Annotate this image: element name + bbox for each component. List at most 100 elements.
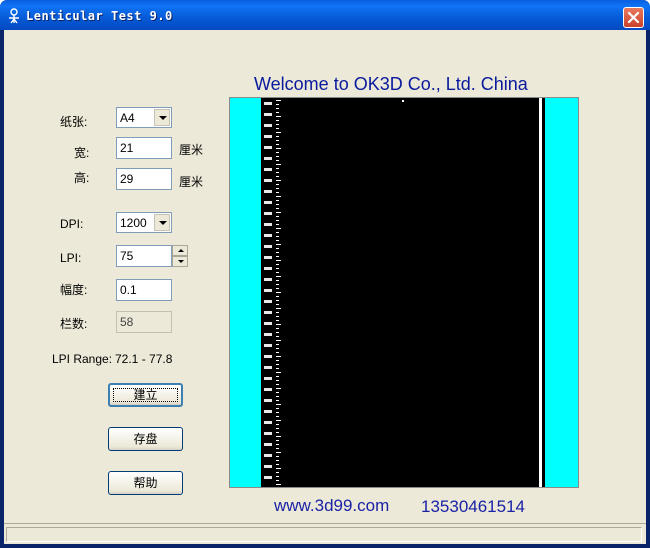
- ruler-tick: [276, 448, 279, 449]
- ruler-tick: [276, 380, 279, 381]
- spin-up-icon[interactable]: [172, 245, 188, 256]
- ruler-tick: [276, 284, 279, 285]
- welcome-banner: Welcome to OK3D Co., Ltd. China: [254, 74, 528, 94]
- height-input[interactable]: 29: [116, 168, 172, 190]
- paper-select[interactable]: A4: [116, 107, 172, 128]
- dpi-select-value: 1200: [120, 216, 147, 230]
- close-button[interactable]: [623, 7, 644, 28]
- ruler-tick: [276, 188, 279, 189]
- status-pane: [6, 527, 642, 542]
- amplitude-label: 幅度:: [60, 283, 88, 297]
- ruler-tick: [276, 124, 279, 125]
- ruler-mark: [264, 355, 272, 358]
- ruler-tick: [276, 472, 279, 473]
- ruler-mark: [264, 278, 272, 281]
- height-unit: 厘米: [179, 175, 204, 189]
- ruler-tick: [276, 328, 279, 329]
- ruler-mark: [264, 300, 272, 303]
- ruler-mark: [264, 399, 272, 402]
- ruler-tick: [276, 456, 279, 457]
- ruler-tick: [276, 264, 279, 265]
- chevron-down-icon[interactable]: [154, 214, 170, 231]
- ruler-mark: [264, 410, 272, 413]
- ruler-tick: [276, 172, 279, 173]
- ruler-tick: [276, 444, 279, 445]
- dpi-select[interactable]: 1200: [116, 212, 172, 233]
- ruler-tick: [276, 136, 279, 137]
- width-unit: 厘米: [179, 143, 204, 157]
- ruler-mark: [264, 256, 272, 259]
- save-button[interactable]: 存盘: [108, 427, 183, 451]
- ruler-tick: [276, 272, 279, 273]
- ruler-tick: [276, 220, 279, 221]
- ruler-tick: [276, 316, 279, 317]
- lpi-input[interactable]: 75: [116, 245, 172, 267]
- ruler-mark: [264, 388, 272, 391]
- ruler-tick: [276, 176, 279, 177]
- columns-label: 栏数:: [60, 317, 88, 331]
- ruler-tick: [276, 320, 279, 321]
- preview-edge-line: [539, 98, 542, 487]
- ruler-tick: [276, 236, 279, 237]
- lpi-spinner[interactable]: [172, 245, 188, 267]
- ruler-tick: [276, 432, 279, 433]
- ruler-tick: [276, 132, 281, 133]
- ruler-tick: [276, 340, 281, 341]
- ruler-tick: [276, 256, 279, 257]
- ruler-tick: [276, 384, 279, 385]
- width-input[interactable]: 21: [116, 137, 172, 159]
- lpi-label: LPI:: [60, 251, 82, 265]
- ruler-tick: [276, 464, 279, 465]
- dpi-label: DPI:: [60, 217, 84, 231]
- ruler-mark: [264, 113, 272, 116]
- ruler-tick: [276, 440, 279, 441]
- height-label: 高:: [74, 171, 90, 185]
- ruler-tick: [276, 412, 279, 413]
- ruler-mark: [264, 212, 272, 215]
- right-cyan-band: [545, 98, 578, 487]
- ruler-tick: [276, 300, 279, 301]
- build-button[interactable]: 建立: [108, 383, 183, 407]
- amplitude-input[interactable]: 0.1: [116, 279, 172, 301]
- lenticular-preview: [229, 97, 579, 488]
- app-window: Lenticular Test 9.0 纸张: A4 宽: 21 厘米 高: 2…: [0, 0, 650, 548]
- ruler-mark: [264, 311, 272, 314]
- chevron-down-icon[interactable]: [154, 109, 170, 126]
- ruler-tick: [276, 460, 279, 461]
- website-text: www.3d99.com: [274, 496, 390, 515]
- title-bar[interactable]: Lenticular Test 9.0: [0, 0, 650, 30]
- ruler-tick: [276, 308, 281, 309]
- help-button[interactable]: 帮助: [108, 471, 183, 495]
- client-area: 纸张: A4 宽: 21 厘米 高: 29 厘米 DPI: 1200 LPI: …: [4, 30, 646, 544]
- preview-marker: [402, 100, 404, 102]
- ruler-mark: [264, 289, 272, 292]
- ruler-mark: [264, 344, 272, 347]
- ruler-tick: [276, 404, 281, 405]
- ruler-tick: [276, 292, 281, 293]
- ruler-mark: [264, 366, 272, 369]
- ruler-tick: [276, 376, 279, 377]
- ruler-mark: [264, 432, 272, 435]
- ruler-tick: [276, 208, 279, 209]
- ruler-tick: [276, 168, 279, 169]
- ruler-tick: [276, 184, 279, 185]
- spin-down-icon[interactable]: [172, 256, 188, 267]
- ruler-tick: [276, 400, 279, 401]
- ruler-tick: [276, 244, 281, 245]
- phone-text: 13530461514: [421, 497, 526, 516]
- ruler-tick: [276, 424, 279, 425]
- ruler-mark: [264, 179, 272, 182]
- ruler-tick: [276, 304, 279, 305]
- ruler-tick: [276, 248, 279, 249]
- ruler-tick: [276, 452, 281, 453]
- ruler-tick: [276, 360, 279, 361]
- ruler-mark: [264, 157, 272, 160]
- width-label: 宽:: [74, 146, 90, 160]
- ruler-tick: [276, 428, 279, 429]
- ruler-tick: [276, 156, 279, 157]
- ruler-tick: [276, 204, 279, 205]
- ruler-tick: [276, 196, 281, 197]
- ruler-tick: [276, 468, 281, 469]
- ruler-tick: [276, 192, 279, 193]
- ruler-mark: [264, 190, 272, 193]
